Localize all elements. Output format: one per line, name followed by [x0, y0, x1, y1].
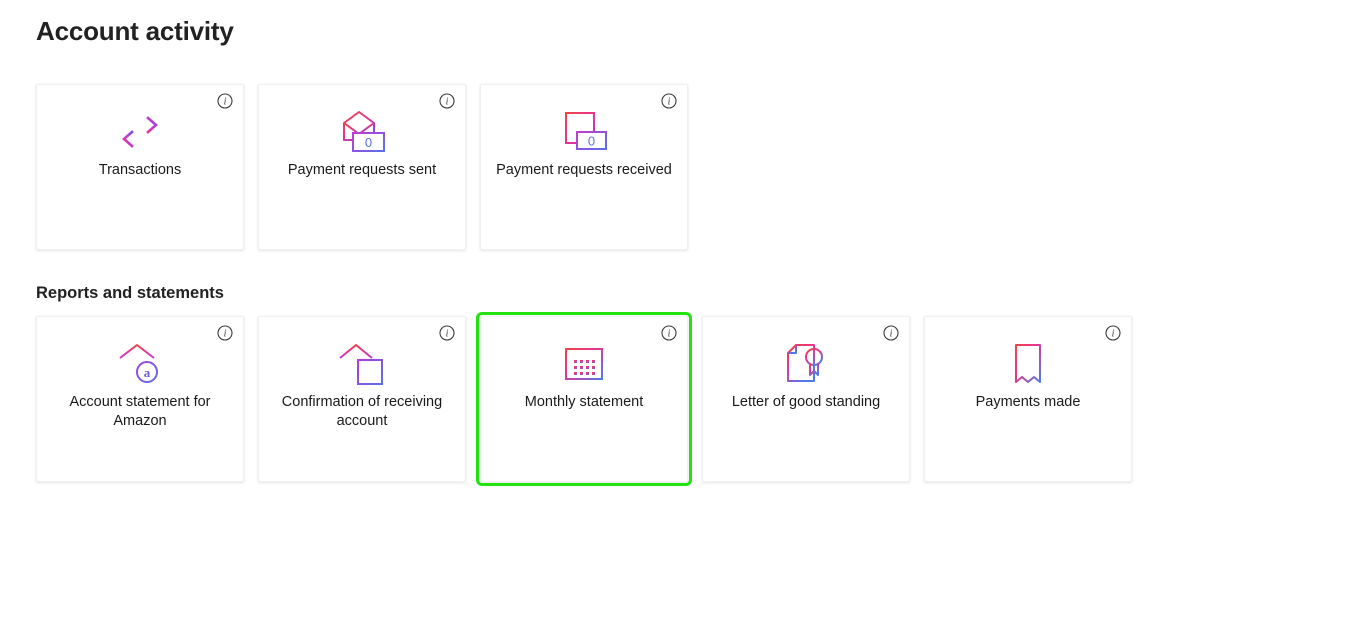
- svg-text:i: i: [446, 329, 449, 340]
- card-label: Payment requests received: [496, 162, 672, 178]
- account-activity-page: Account activity i Transactions i 0 Paym…: [0, 0, 1361, 635]
- card-label: Transactions: [98, 162, 182, 178]
- card-label: Payments made: [975, 394, 1081, 410]
- card-payment-requests-received[interactable]: i 0 Payment requests received: [480, 84, 688, 250]
- svg-text:i: i: [446, 97, 449, 108]
- svg-text:i: i: [890, 329, 893, 340]
- svg-text:i: i: [1112, 329, 1115, 340]
- section-title-reports: Reports and statements: [36, 284, 224, 302]
- card-label: Payment requests sent: [287, 162, 437, 178]
- card-label: Confirmation of receiving account: [281, 394, 443, 429]
- document-with-seal-icon: [703, 339, 909, 389]
- svg-text:i: i: [224, 97, 227, 108]
- card-label: Monthly statement: [524, 394, 644, 410]
- card-label: Account statement for Amazon: [69, 394, 211, 429]
- svg-text:a: a: [144, 365, 151, 380]
- card-confirmation-of-receiving-account[interactable]: i Confirmation of receiving account: [258, 316, 466, 482]
- transfer-arrows-icon: [37, 107, 243, 157]
- card-monthly-statement[interactable]: i Monthly statement: [476, 312, 692, 486]
- card-payment-requests-sent[interactable]: i 0 Payment requests sent: [258, 84, 466, 250]
- svg-text:i: i: [668, 329, 671, 340]
- svg-text:i: i: [668, 97, 671, 108]
- document-with-amount-icon: 0: [481, 107, 687, 157]
- page-title: Account activity: [36, 16, 234, 46]
- svg-text:i: i: [224, 329, 227, 340]
- svg-text:0: 0: [588, 134, 595, 149]
- card-payments-made[interactable]: i Payments made: [924, 316, 1132, 482]
- envelope-with-amount-icon: 0: [259, 107, 465, 157]
- svg-text:0: 0: [365, 135, 372, 150]
- card-label: Letter of good standing: [731, 394, 881, 410]
- calendar-icon: [481, 339, 687, 389]
- card-letter-of-good-standing[interactable]: i Letter of good standing: [702, 316, 910, 482]
- card-account-statement-for-amazon[interactable]: i a Account statement for Amazon: [36, 316, 244, 482]
- bank-with-document-icon: [259, 339, 465, 389]
- receipt-icon: [925, 339, 1131, 389]
- card-transactions[interactable]: i Transactions: [36, 84, 244, 250]
- bank-with-amazon-badge-icon: a: [37, 339, 243, 389]
